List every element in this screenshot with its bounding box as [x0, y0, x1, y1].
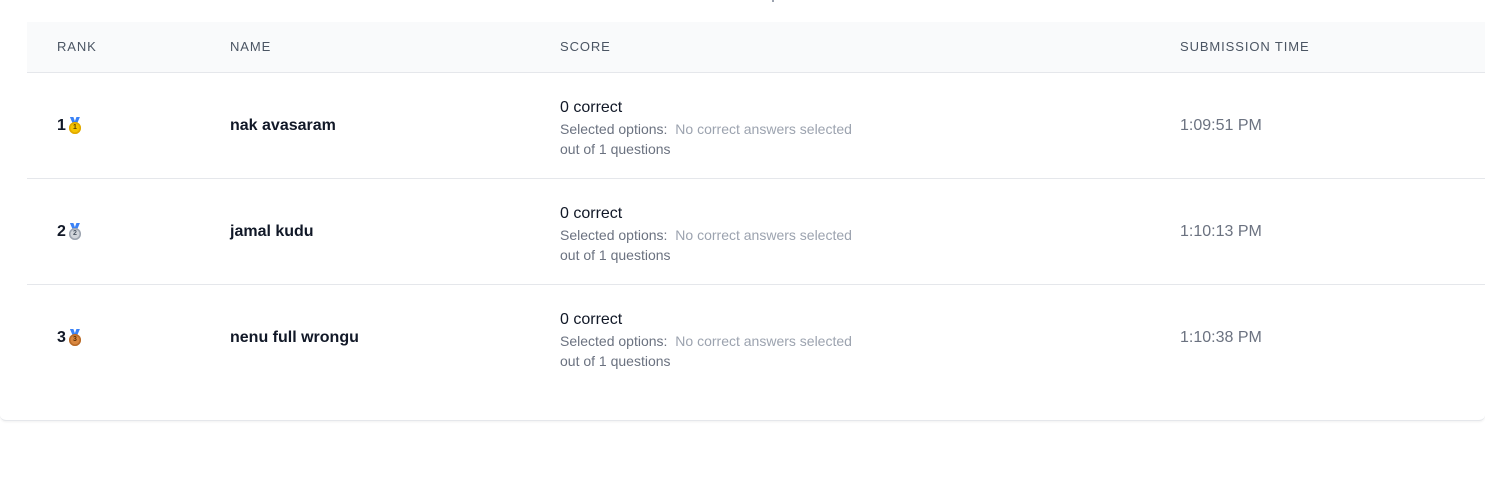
medal-number: 2 — [68, 228, 81, 240]
score-cell: 0 correct Selected options: No correct a… — [560, 97, 852, 159]
score-value: 0 correct — [560, 311, 623, 328]
rank-number: 2 — [57, 223, 66, 240]
divider-mark — [772, 0, 774, 2]
gold-medal-icon: 1 — [68, 117, 82, 135]
participant-name: jamal kudu — [230, 223, 314, 240]
participant-name: nenu full wrongu — [230, 329, 359, 346]
score-cell: 0 correct Selected options: No correct a… — [560, 309, 852, 371]
score-value: 0 correct — [560, 99, 623, 116]
selected-options-value: No correct answers selected — [675, 333, 852, 349]
table-row: 1 1 nak avasaram 0 correct Selected opti… — [27, 73, 1485, 179]
header-submission-time: SUBMISSION TIME — [1180, 39, 1310, 54]
submission-time: 1:10:13 PM — [1180, 223, 1262, 240]
table-row: 2 2 jamal kudu 0 correct Selected option… — [27, 179, 1485, 285]
silver-medal-icon: 2 — [68, 223, 82, 241]
rank-number: 3 — [57, 329, 66, 346]
rank-cell: 2 2 — [57, 223, 82, 241]
table-row: 3 3 nenu full wrongu 0 correct Selected … — [27, 285, 1485, 390]
selected-options-value: No correct answers selected — [675, 121, 852, 137]
rank-cell: 1 1 — [57, 117, 82, 135]
rank-cell: 3 3 — [57, 329, 82, 347]
table-header: RANK NAME SCORE SUBMISSION TIME — [27, 22, 1485, 73]
selected-options: Selected options: No correct answers sel… — [560, 331, 852, 351]
selected-options-label: Selected options: — [560, 333, 668, 349]
participant-name: nak avasaram — [230, 117, 336, 134]
score-value: 0 correct — [560, 205, 623, 222]
selected-options: Selected options: No correct answers sel… — [560, 119, 852, 139]
leaderboard-card: RANK NAME SCORE SUBMISSION TIME 1 1 nak … — [0, 0, 1485, 421]
submission-time: 1:10:38 PM — [1180, 329, 1262, 346]
leaderboard-table: RANK NAME SCORE SUBMISSION TIME 1 1 nak … — [27, 22, 1485, 390]
rank-number: 1 — [57, 117, 66, 134]
submission-time: 1:09:51 PM — [1180, 117, 1262, 134]
question-count: out of 1 questions — [560, 353, 671, 369]
medal-number: 3 — [68, 334, 81, 346]
selected-options: Selected options: No correct answers sel… — [560, 225, 852, 245]
selected-options-label: Selected options: — [560, 121, 668, 137]
header-score: SCORE — [560, 39, 611, 54]
score-cell: 0 correct Selected options: No correct a… — [560, 203, 852, 265]
header-rank: RANK — [57, 39, 97, 54]
question-count: out of 1 questions — [560, 141, 671, 157]
bronze-medal-icon: 3 — [68, 329, 82, 347]
header-name: NAME — [230, 39, 272, 54]
selected-options-label: Selected options: — [560, 227, 668, 243]
question-count: out of 1 questions — [560, 247, 671, 263]
selected-options-value: No correct answers selected — [675, 227, 852, 243]
medal-number: 1 — [68, 122, 81, 134]
